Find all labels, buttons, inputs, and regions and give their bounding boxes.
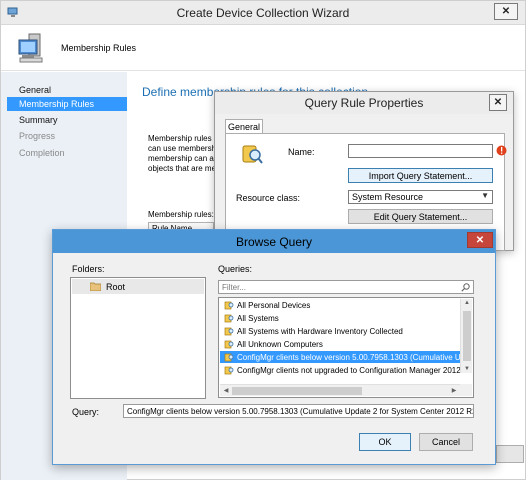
qrp-title: Query Rule Properties	[304, 96, 424, 110]
query-icon	[224, 366, 234, 375]
search-icon	[461, 283, 470, 292]
folder-icon	[90, 282, 101, 291]
query-icon	[242, 145, 263, 164]
query-item[interactable]: All Systems with Hardware Inventory Coll…	[220, 325, 460, 337]
query-label: Query:	[72, 407, 100, 417]
edit-query-statement-button[interactable]: Edit Query Statement...	[348, 209, 493, 224]
description-line: can use membershi	[148, 144, 214, 153]
query-label: ConfigMgr clients below version 5.00.795…	[237, 352, 460, 362]
bq-titlebar: Browse Query ✕	[53, 230, 495, 253]
query-item[interactable]: ConfigMgr clients not upgraded to Config…	[220, 364, 460, 376]
browse-query-dialog: Browse Query ✕ Folders: Queries: Root Fi…	[52, 229, 496, 465]
name-field[interactable]	[348, 144, 493, 158]
horizontal-scroll-thumb[interactable]	[232, 387, 362, 395]
nav-item-summary[interactable]: Summary	[7, 113, 127, 127]
horizontal-scrollbar[interactable]: ◀ ▶	[220, 384, 460, 396]
query-field[interactable]: ConfigMgr clients below version 5.00.795…	[123, 404, 474, 418]
query-label: ConfigMgr clients not upgraded to Config…	[237, 365, 460, 375]
query-item[interactable]: All Systems	[220, 312, 460, 324]
folder-label: Root	[106, 281, 126, 292]
ok-button[interactable]: OK	[359, 433, 411, 451]
resource-class-select[interactable]: System Resource ▼	[348, 190, 493, 204]
scroll-down-icon[interactable]: ▼	[461, 366, 473, 372]
scrollbar-corner	[460, 384, 472, 396]
scroll-right-icon[interactable]: ▶	[448, 387, 460, 394]
query-rule-properties-dialog: Query Rule Properties ✕ General Name: Im…	[214, 91, 514, 251]
page-description: Membership rules d can use membershi mem…	[148, 134, 214, 174]
warning-icon	[496, 145, 507, 156]
description-line: membership can als	[148, 154, 214, 163]
filter-placeholder: Filter...	[222, 283, 247, 292]
vertical-scroll-thumb[interactable]	[463, 311, 471, 361]
wizard-header: Membership Rules	[1, 25, 525, 71]
query-item[interactable]: All Personal Devices	[220, 299, 460, 311]
close-icon: ✕	[475, 234, 485, 246]
query-icon	[224, 301, 234, 310]
nav-item-completion: Completion	[19, 148, 65, 158]
folder-item-root[interactable]: Root	[72, 279, 204, 294]
wizard-title: Create Device Collection Wizard	[176, 5, 350, 20]
vertical-scrollbar[interactable]: ▲ ▼	[460, 299, 472, 373]
query-icon	[224, 340, 234, 349]
wizard-close-button[interactable]: ✕	[494, 3, 518, 20]
computer-icon	[18, 33, 43, 63]
nav-item-membership-rules[interactable]: Membership Rules	[7, 97, 127, 111]
description-line: objects that are me	[148, 164, 214, 173]
scroll-left-icon[interactable]: ◀	[220, 387, 232, 394]
wizard-titlebar: Create Device Collection Wizard ✕	[1, 1, 525, 25]
queries-list[interactable]: All Personal Devices All Systems All Sys…	[218, 297, 474, 398]
wizard-button[interactable]	[496, 445, 524, 463]
membership-rules-label: Membership rules:	[148, 210, 214, 219]
query-item[interactable]: All Unknown Computers	[220, 338, 460, 350]
close-icon: ✕	[501, 6, 511, 17]
import-query-statement-button[interactable]: Import Query Statement...	[348, 168, 493, 183]
qrp-titlebar: Query Rule Properties ✕	[215, 92, 513, 114]
bq-title: Browse Query	[235, 234, 313, 249]
close-icon: ✕	[493, 97, 503, 108]
system-menu-icon[interactable]	[7, 6, 19, 18]
bq-close-button[interactable]: ✕	[467, 232, 493, 248]
qrp-close-button[interactable]: ✕	[489, 94, 507, 111]
filter-input[interactable]: Filter...	[218, 280, 474, 294]
query-icon	[224, 327, 234, 336]
query-item-selected[interactable]: ConfigMgr clients below version 5.00.795…	[220, 351, 460, 363]
folders-tree[interactable]: Root	[70, 277, 206, 399]
header-text: Membership Rules	[61, 43, 137, 53]
query-label: All Personal Devices	[237, 300, 311, 310]
description-line: Membership rules d	[148, 134, 214, 143]
cancel-button[interactable]: Cancel	[419, 433, 473, 451]
nav-item-progress: Progress	[19, 131, 56, 141]
chevron-down-icon: ▼	[481, 191, 489, 200]
tab-general[interactable]: General	[225, 119, 263, 134]
query-icon	[224, 314, 234, 323]
scroll-up-icon[interactable]: ▲	[461, 300, 473, 306]
query-icon	[224, 353, 234, 362]
resource-class-value: System Resource	[352, 192, 424, 202]
query-label: All Unknown Computers	[237, 339, 323, 349]
name-label: Name:	[288, 147, 315, 157]
queries-label: Queries:	[218, 264, 253, 274]
query-label: All Systems with Hardware Inventory Coll…	[237, 326, 403, 336]
folders-label: Folders:	[72, 264, 105, 274]
query-label: All Systems	[237, 313, 279, 323]
nav-item-general[interactable]: General	[7, 83, 127, 97]
resource-class-label: Resource class:	[236, 193, 301, 203]
